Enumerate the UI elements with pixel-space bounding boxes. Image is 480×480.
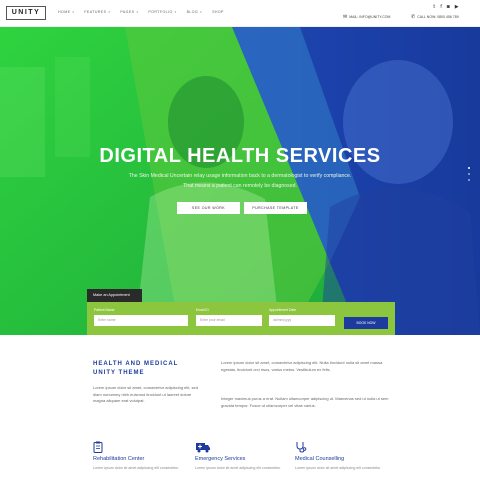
nav-label: BLOG <box>186 10 199 14</box>
service-desc: Lorem ipsum dolor sit amet adipiscing el… <box>295 466 381 470</box>
chevron-down-icon: ▾ <box>136 10 139 14</box>
service-title: Rehabilitation Center <box>93 456 145 462</box>
section-paragraph: Lorem ipsum dolor sit amet, consectetur … <box>221 360 383 372</box>
nav-label: PORTFOLIO <box>148 10 173 14</box>
contact-phone[interactable]: ✆ CALL NOW: 0800 456 789 <box>411 14 459 20</box>
nav-item-portfolio[interactable]: PORTFOLIO ▾ <box>148 10 176 14</box>
service-desc: Lorem ipsum dolor sit amet adipiscing el… <box>93 466 179 470</box>
section-paragraph: Integer maximus purus a erat. Nullam ull… <box>221 396 389 408</box>
hero-section: DIGITAL HEALTH SERVICES The Skin Medical… <box>0 27 480 335</box>
facebook-icon[interactable]: f <box>440 4 441 10</box>
stethoscope-icon <box>295 440 395 453</box>
service-rehabilitation[interactable]: Rehabilitation Center Lorem ipsum dolor … <box>93 440 193 471</box>
contact-email[interactable]: ✉ MAIL: INFO@UNITY.COM <box>343 14 390 20</box>
book-now-button[interactable]: BOOK NOW <box>344 317 388 329</box>
chevron-down-icon: ▾ <box>200 10 203 14</box>
service-title: Medical Counselling <box>295 456 345 462</box>
service-counselling[interactable]: Medical Counselling Lorem ipsum dolor si… <box>295 440 395 471</box>
phone-icon: ✆ <box>411 14 416 20</box>
slider-dot[interactable] <box>468 173 470 175</box>
ambulance-icon <box>195 440 295 453</box>
hero-background <box>0 27 480 335</box>
twitter-icon[interactable]: 𝕥 <box>433 4 435 10</box>
field-label: Email ID <box>196 308 209 312</box>
main-nav: HOME ▾ FEATURES ▾ PAGES ▾ PORTFOLIO ▾ BLOG ▾ … <box>58 10 224 14</box>
mail-icon: ✉ <box>343 14 348 20</box>
chevron-down-icon: ▾ <box>108 10 111 14</box>
patient-name-field: Patient Name Enter name <box>94 308 188 326</box>
service-title: Emergency Services <box>195 456 246 462</box>
appointment-tab[interactable]: Make an Appointment <box>87 289 142 302</box>
hero-subtitle-line2: That means a patient can remotely be dia… <box>183 183 297 189</box>
email-text: MAIL: INFO@UNITY.COM <box>349 15 391 19</box>
nav-item-features[interactable]: FEATURES ▾ <box>84 10 110 14</box>
hero-title: DIGITAL HEALTH SERVICES <box>99 145 381 167</box>
phone-text: CALL NOW: 0800 456 789 <box>417 15 459 19</box>
nav-item-pages[interactable]: PAGES ▾ <box>120 10 138 14</box>
appointment-form: Patient Name Enter name Email ID Enter y… <box>87 302 395 335</box>
purchase-template-button[interactable]: PURCHASE TEMPLATE <box>244 202 307 214</box>
chevron-down-icon: ▾ <box>174 10 177 14</box>
nav-item-home[interactable]: HOME ▾ <box>58 10 74 14</box>
see-our-work-button[interactable]: SEE OUR WORK <box>177 202 240 214</box>
social-links: 𝕥 f ◙ ▶ <box>433 4 459 10</box>
field-label: Appointment Date <box>269 308 297 312</box>
service-desc: Lorem ipsum dolor sit amet adipiscing el… <box>195 466 281 470</box>
hero-subtitle: The Skin Medical Uncertain relay usage i… <box>128 173 352 179</box>
section-intro-text: Lorem ipsum dolor sit amet, consectetur … <box>93 385 198 404</box>
section-title: HEALTH AND MEDICAL UNITY THEME <box>93 361 179 376</box>
clipboard-icon <box>93 440 193 453</box>
chevron-down-icon: ▾ <box>72 10 75 14</box>
appointment-date-field: Appointment Date dd/mm/yyyy <box>269 308 335 326</box>
email-input[interactable]: Enter your email <box>196 315 262 326</box>
header: UNITY HOME ▾ FEATURES ▾ PAGES ▾ PORTFOLIO ▾ … <box>0 0 480 27</box>
nav-label: HOME <box>58 10 71 14</box>
email-field: Email ID Enter your email <box>196 308 262 326</box>
nav-label: PAGES <box>120 10 135 14</box>
field-label: Patient Name <box>94 308 115 312</box>
nav-item-shop[interactable]: SHOP <box>212 10 224 14</box>
patient-name-input[interactable]: Enter name <box>94 315 188 326</box>
nav-label: FEATURES <box>84 10 107 14</box>
slider-dot[interactable] <box>468 167 470 169</box>
slider-dots <box>468 167 470 181</box>
logo[interactable]: UNITY <box>6 6 46 20</box>
slider-dot[interactable] <box>468 179 470 181</box>
instagram-icon[interactable]: ◙ <box>447 4 450 10</box>
nav-label: SHOP <box>212 10 224 14</box>
date-input[interactable]: dd/mm/yyyy <box>269 315 335 326</box>
service-emergency[interactable]: Emergency Services Lorem ipsum dolor sit… <box>195 440 295 471</box>
nav-item-blog[interactable]: BLOG ▾ <box>187 10 203 14</box>
video-icon[interactable]: ▶ <box>455 4 459 10</box>
